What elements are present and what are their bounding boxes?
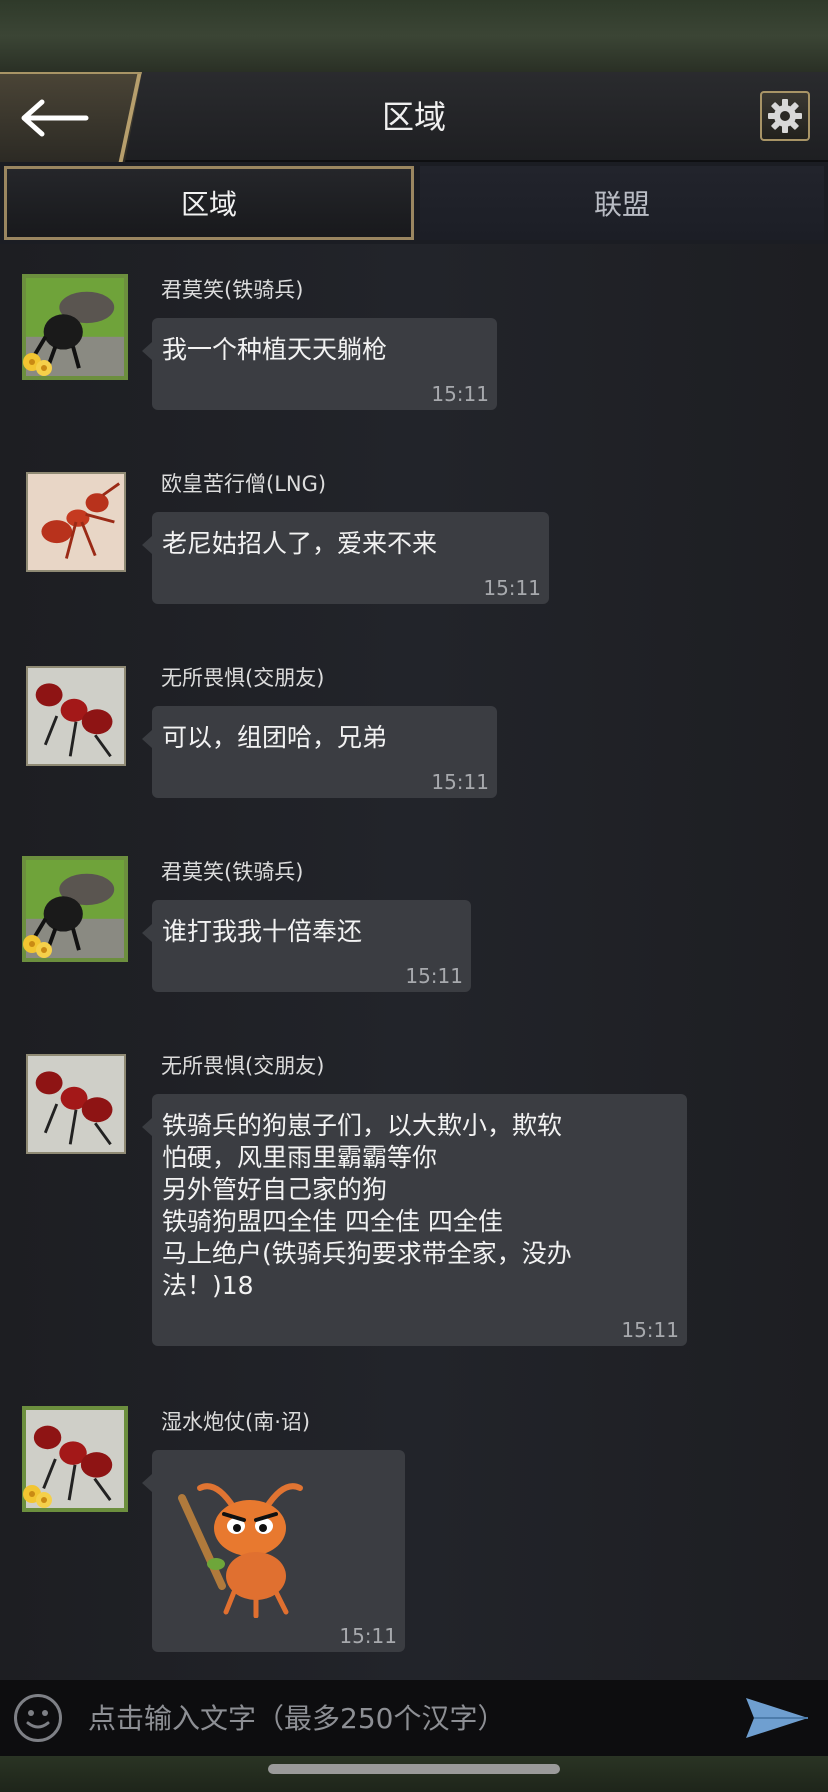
sender-name: 湿水炮仗(南·诏) — [161, 1410, 311, 1434]
message-time: 15:11 — [405, 964, 463, 988]
chat-list[interactable]: 君莫笑(铁骑兵) 我一个种植天天躺枪 15:11 欧皇苦行僧(LNG) 老尼姑招… — [0, 244, 828, 1680]
ant-illustration — [28, 1056, 124, 1152]
flower-badge-icon — [23, 353, 52, 376]
message-time: 15:11 — [431, 770, 489, 794]
message-text: 谁打我我十倍奉还 — [162, 917, 363, 946]
ant-illustration — [28, 474, 124, 570]
message-bubble[interactable]: 铁骑兵的狗崽子们，以大欺小，欺软 怕硬，风里雨里霸霸等你 另外管好自己家的狗 铁… — [142, 1094, 687, 1346]
sender-name: 君莫笑(铁骑兵) — [161, 278, 304, 302]
red-ant-avatar[interactable] — [26, 1054, 126, 1154]
message-input[interactable] — [88, 1690, 728, 1746]
message-bubble[interactable]: 我一个种植天天躺枪 15:11 — [142, 318, 497, 410]
message-input-bar — [0, 1680, 828, 1756]
message-bubble[interactable]: 老尼姑招人了，爱来不来 15:11 — [142, 512, 549, 604]
message-text: 我一个种植天天躺枪 — [162, 335, 388, 364]
home-indicator[interactable] — [268, 1764, 560, 1774]
message-time: 15:11 — [483, 576, 541, 600]
angry-ant-sticker — [178, 1483, 303, 1618]
send-button[interactable] — [744, 1694, 810, 1742]
bottom-safe-area — [0, 1756, 828, 1792]
message-time: 15:11 — [621, 1318, 679, 1342]
gear-icon — [768, 99, 802, 133]
settings-button[interactable] — [760, 91, 810, 141]
message-time: 15:11 — [431, 382, 489, 406]
flower-badge-icon — [23, 935, 52, 958]
sender-name: 欧皇苦行僧(LNG) — [161, 472, 327, 496]
message-text: 可以，组团哈，兄弟 — [162, 723, 388, 752]
message-text: 铁骑兵的狗崽子们，以大欺小，欺软 怕硬，风里雨里霸霸等你 另外管好自己家的狗 铁… — [162, 1111, 572, 1300]
sender-name: 君莫笑(铁骑兵) — [161, 860, 304, 884]
sender-name: 无所畏惧(交朋友) — [161, 1054, 325, 1078]
red-ant-avatar[interactable] — [26, 666, 126, 766]
emoji-button[interactable] — [14, 1694, 62, 1742]
message-bubble[interactable]: 15:11 — [142, 1450, 405, 1652]
page-title: 区域 — [381, 98, 446, 136]
message-text: 老尼姑招人了，爱来不来 — [162, 529, 438, 558]
tab-alliance[interactable]: 联盟 — [420, 166, 824, 240]
message-bubble[interactable]: 可以，组团哈，兄弟 15:11 — [142, 706, 497, 798]
tab-region[interactable]: 区域 — [4, 166, 414, 240]
smiley-icon — [26, 1710, 50, 1729]
ant-illustration — [28, 668, 124, 764]
channel-tabs: 区域 联盟 — [0, 162, 828, 244]
sender-name: 无所畏惧(交朋友) — [161, 666, 325, 690]
header-bar: 区域 — [0, 72, 828, 162]
message-bubble[interactable]: 谁打我我十倍奉还 15:11 — [142, 900, 471, 992]
top-background-strip — [0, 0, 828, 72]
send-arrow-icon — [746, 1698, 808, 1738]
flower-badge-icon — [23, 1485, 52, 1508]
red-ant-avatar[interactable] — [26, 472, 126, 572]
message-time: 15:11 — [339, 1624, 397, 1648]
